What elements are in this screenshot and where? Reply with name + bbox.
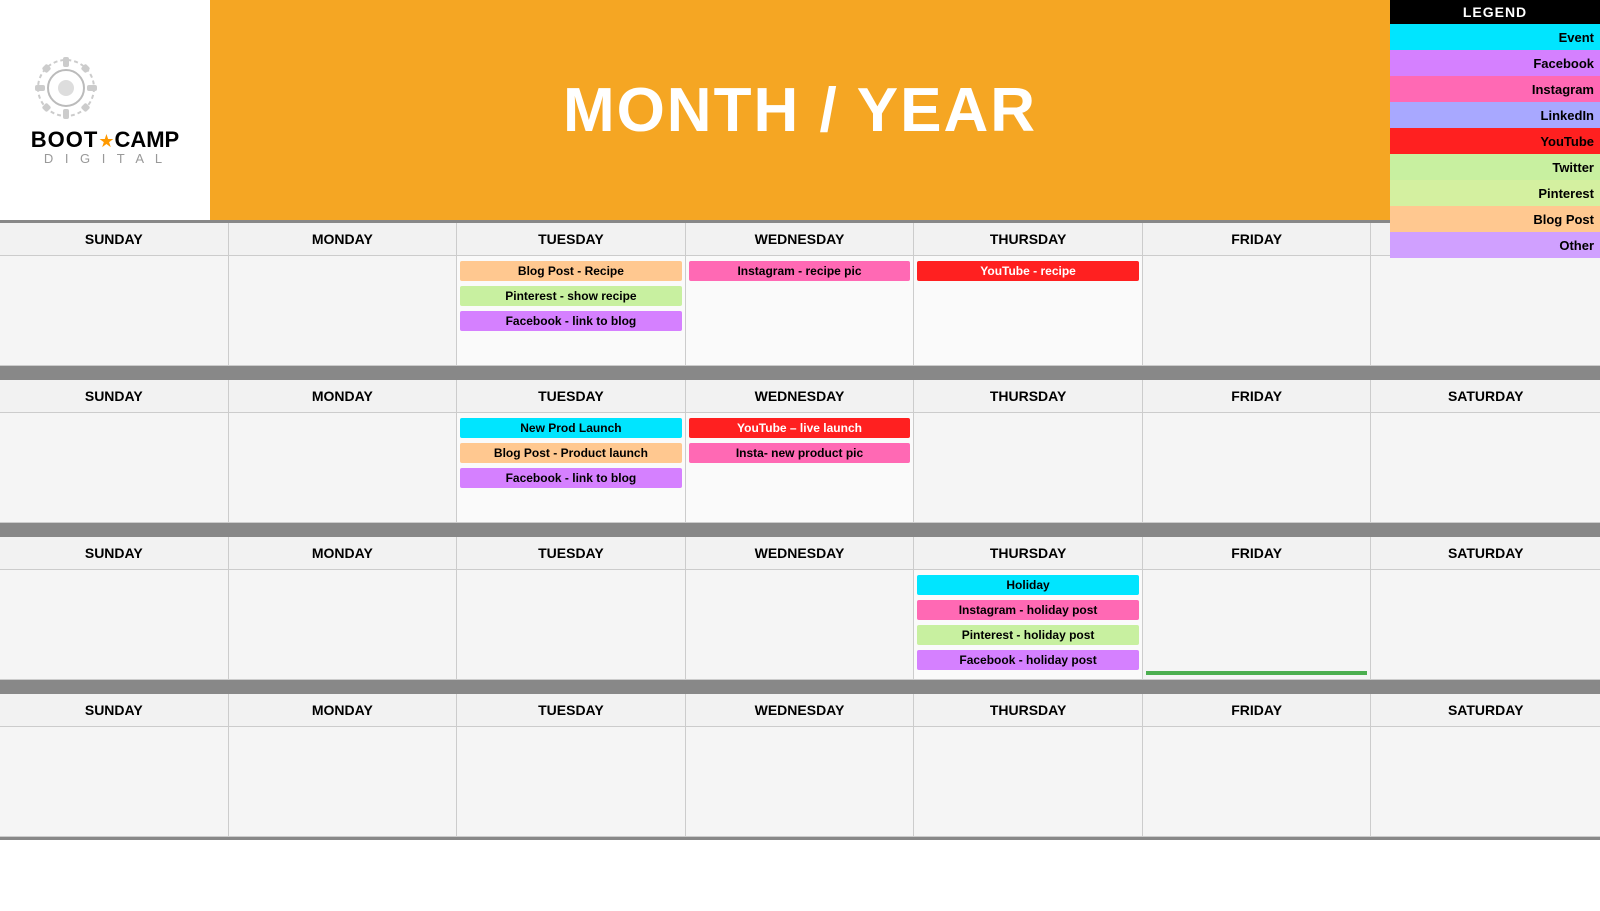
week-separator (0, 683, 1600, 691)
day-header: FRIDAY (1143, 380, 1372, 413)
day-cell (229, 413, 458, 523)
day-cell (0, 256, 229, 366)
day-header: FRIDAY (1143, 223, 1372, 256)
day-cell: New Prod Launch Blog Post - Product launc… (457, 413, 686, 523)
logo-area: BOOT★CAMP D I G I T A L (0, 0, 210, 220)
title-area: MONTH / YEAR (210, 0, 1390, 220)
day-cell (1371, 727, 1600, 837)
legend-item: Event (1390, 24, 1600, 50)
event-tag[interactable]: Blog Post - Recipe (460, 261, 682, 281)
legend-area: LEGEND EventFacebookInstagramLinkedInYou… (1390, 0, 1600, 220)
day-header: MONDAY (229, 223, 458, 256)
logo-gear-icon (31, 53, 101, 123)
event-tag[interactable]: Facebook - link to blog (460, 311, 682, 331)
logo-camp: CAMP (114, 127, 179, 152)
day-cell: Instagram - recipe pic (686, 256, 915, 366)
legend-item: Facebook (1390, 50, 1600, 76)
day-cell (457, 570, 686, 680)
week-section-1: SUNDAYMONDAYTUESDAYWEDNESDAYTHURSDAYFRID… (0, 220, 1600, 369)
day-cell (686, 727, 915, 837)
day-cell (229, 570, 458, 680)
day-header: WEDNESDAY (686, 380, 915, 413)
day-cell (914, 727, 1143, 837)
day-header: THURSDAY (914, 537, 1143, 570)
header: BOOT★CAMP D I G I T A L MONTH / YEAR LEG… (0, 0, 1600, 220)
event-tag[interactable]: Pinterest - show recipe (460, 286, 682, 306)
day-cell (229, 727, 458, 837)
day-header: SUNDAY (0, 223, 229, 256)
green-bar (1146, 671, 1368, 675)
day-cell (0, 727, 229, 837)
day-cell: YouTube – live launch Insta- new product … (686, 413, 915, 523)
logo-star: ★ (98, 131, 114, 151)
day-cell: Blog Post - Recipe Pinterest - show recip… (457, 256, 686, 366)
event-tag[interactable]: YouTube – live launch (689, 418, 911, 438)
week-separator (0, 369, 1600, 377)
day-header: MONDAY (229, 694, 458, 727)
day-header: WEDNESDAY (686, 694, 915, 727)
day-header: SUNDAY (0, 694, 229, 727)
day-cell (0, 570, 229, 680)
logo-text: BOOT★CAMP D I G I T A L (31, 128, 179, 166)
day-cell (229, 256, 458, 366)
day-cell (1143, 570, 1372, 680)
day-header: TUESDAY (457, 537, 686, 570)
event-tag[interactable]: Holiday (917, 575, 1139, 595)
event-tag[interactable]: YouTube - recipe (917, 261, 1139, 281)
day-cell (457, 727, 686, 837)
event-tag[interactable]: Instagram - recipe pic (689, 261, 911, 281)
day-header: TUESDAY (457, 223, 686, 256)
day-cell (1371, 570, 1600, 680)
event-tag[interactable]: New Prod Launch (460, 418, 682, 438)
legend-item: Other (1390, 232, 1600, 258)
week-section-4: SUNDAYMONDAYTUESDAYWEDNESDAYTHURSDAYFRID… (0, 691, 1600, 840)
day-cell (0, 413, 229, 523)
event-tag[interactable]: Pinterest - holiday post (917, 625, 1139, 645)
day-header: THURSDAY (914, 380, 1143, 413)
day-header: MONDAY (229, 537, 458, 570)
day-header: THURSDAY (914, 694, 1143, 727)
event-tag[interactable]: Facebook - holiday post (917, 650, 1139, 670)
day-header: WEDNESDAY (686, 223, 915, 256)
day-header: TUESDAY (457, 380, 686, 413)
day-header: FRIDAY (1143, 537, 1372, 570)
event-tag[interactable]: Instagram - holiday post (917, 600, 1139, 620)
day-header: FRIDAY (1143, 694, 1372, 727)
page-title: MONTH / YEAR (563, 75, 1037, 146)
day-header: WEDNESDAY (686, 537, 915, 570)
event-tag[interactable]: Facebook - link to blog (460, 468, 682, 488)
event-tag[interactable]: Blog Post - Product launch (460, 443, 682, 463)
day-header: THURSDAY (914, 223, 1143, 256)
day-cell: YouTube - recipe (914, 256, 1143, 366)
day-cell (1143, 256, 1372, 366)
legend-title: LEGEND (1390, 0, 1600, 24)
day-header: TUESDAY (457, 694, 686, 727)
legend-item: YouTube (1390, 128, 1600, 154)
day-cell (1143, 413, 1372, 523)
day-cell (1143, 727, 1372, 837)
week-section-2: SUNDAYMONDAYTUESDAYWEDNESDAYTHURSDAYFRID… (0, 377, 1600, 526)
legend-item: Instagram (1390, 76, 1600, 102)
event-tag[interactable]: Insta- new product pic (689, 443, 911, 463)
day-header: SATURDAY (1371, 380, 1600, 413)
day-header: SATURDAY (1371, 537, 1600, 570)
day-cell: Holiday Instagram - holiday post Pinterest… (914, 570, 1143, 680)
logo-boot: BOOT (31, 127, 99, 152)
day-cell (914, 413, 1143, 523)
day-header: SUNDAY (0, 537, 229, 570)
day-header: MONDAY (229, 380, 458, 413)
day-cell (686, 570, 915, 680)
week-section-3: SUNDAYMONDAYTUESDAYWEDNESDAYTHURSDAYFRID… (0, 534, 1600, 683)
day-header: SUNDAY (0, 380, 229, 413)
day-cell (1371, 413, 1600, 523)
legend-item: Blog Post (1390, 206, 1600, 232)
legend-item: Twitter (1390, 154, 1600, 180)
day-header: SATURDAY (1371, 694, 1600, 727)
legend-item: Pinterest (1390, 180, 1600, 206)
logo-digital: D I G I T A L (31, 152, 179, 166)
week-separator (0, 526, 1600, 534)
day-cell (1371, 256, 1600, 366)
legend-item: LinkedIn (1390, 102, 1600, 128)
calendar: SUNDAYMONDAYTUESDAYWEDNESDAYTHURSDAYFRID… (0, 220, 1600, 840)
